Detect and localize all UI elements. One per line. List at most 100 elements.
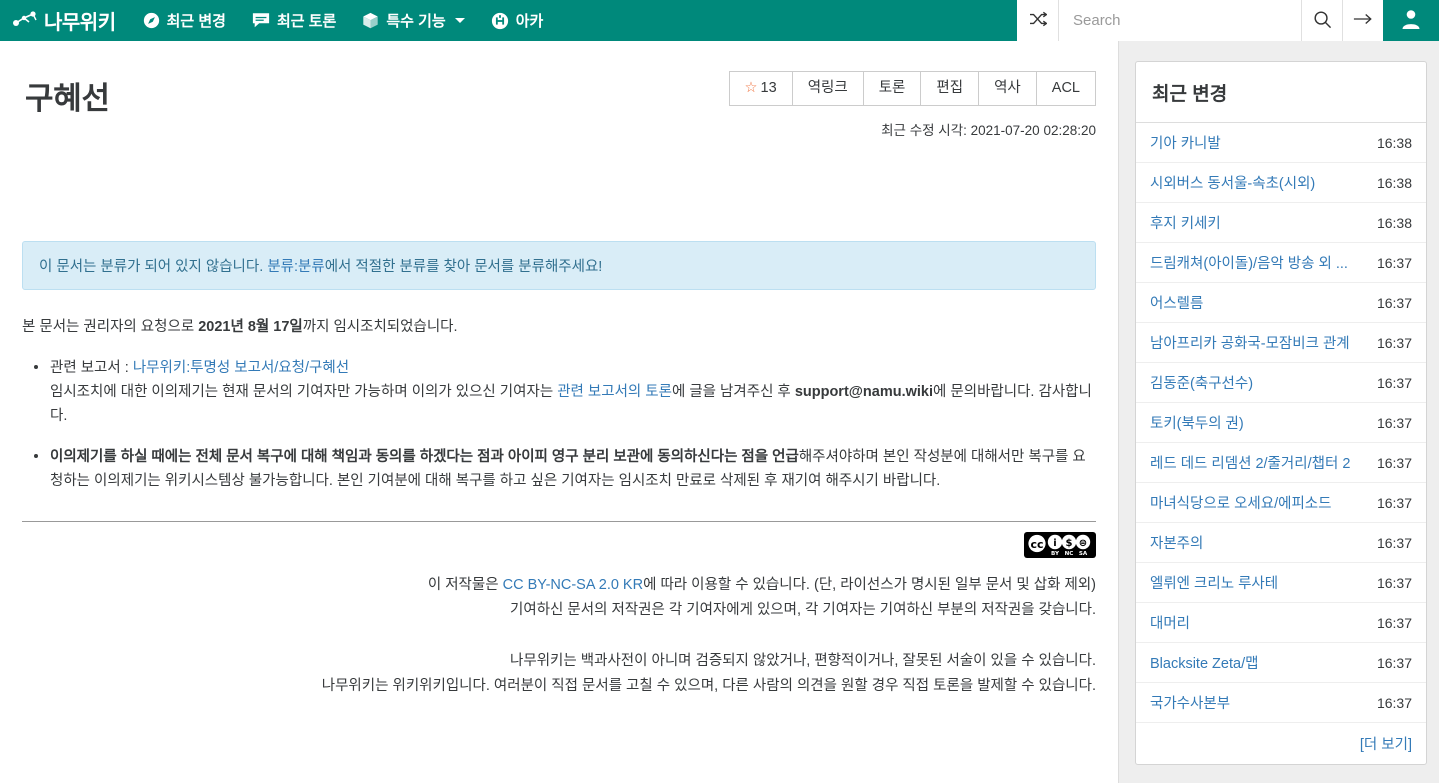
- svg-text:$: $: [1066, 538, 1073, 549]
- category-link[interactable]: 분류:분류: [267, 259, 324, 275]
- recent-change-link[interactable]: 대머리: [1150, 612, 1190, 633]
- discussion-button[interactable]: 토론: [863, 71, 922, 107]
- star-icon: ☆: [744, 80, 758, 96]
- document-actions: ☆ 13 역링크 토론 편집 역사 ACL 최근 수정 시각: 2021-07-2…: [728, 59, 1096, 139]
- document-header: 구혜선 ☆ 13 역링크 토론 편집 역사 ACL 최근 수정 시각: 2021-…: [22, 59, 1096, 139]
- history-button[interactable]: 역사: [979, 71, 1037, 107]
- recent-change-link[interactable]: 국가수사본부: [1150, 692, 1230, 713]
- nav-label: 특수 기능: [386, 13, 446, 30]
- recent-change-link[interactable]: 엘뤼엔 크리노 루사테: [1150, 572, 1278, 593]
- disclaimer-line-2: 나무위키는 위키위키입니다. 여러분이 직접 문서를 고칠 수 있으며, 다른 …: [321, 677, 1096, 694]
- search-button[interactable]: [1301, 0, 1342, 41]
- license-text-b: 에 따라 이용할 수 있습니다. (단, 라이선스가 명시된 일부 문서 및 삽…: [643, 577, 1096, 594]
- search-input[interactable]: [1058, 0, 1301, 41]
- table-row[interactable]: 김동준(축구선수) 16:37: [1136, 363, 1426, 403]
- magnifier-icon: [1313, 10, 1332, 32]
- recent-change-time: 16:37: [1376, 414, 1412, 431]
- table-row[interactable]: 대머리 16:37: [1136, 603, 1426, 643]
- recent-change-time: 16:38: [1376, 134, 1412, 151]
- report-discussion-link[interactable]: 관련 보고서의 토론: [557, 384, 672, 400]
- chevron-down-icon: [454, 18, 465, 23]
- recent-change-link[interactable]: 자본주의: [1150, 532, 1203, 553]
- site-logo-link[interactable]: 나무위키: [0, 0, 130, 41]
- intro-date: 2021년 8월 17일: [198, 319, 303, 336]
- recent-change-link[interactable]: 후지 키세키: [1150, 212, 1221, 233]
- recent-change-time: 16:37: [1376, 254, 1412, 271]
- recent-change-link[interactable]: 기아 카니발: [1150, 132, 1221, 153]
- table-row[interactable]: Blacksite Zeta/맵 16:37: [1136, 643, 1426, 683]
- nav-item-special-functions[interactable]: 특수 기능: [349, 0, 477, 41]
- recent-change-time: 16:37: [1376, 454, 1412, 471]
- arca-badge-icon: [491, 12, 509, 30]
- table-row[interactable]: 자본주의 16:37: [1136, 523, 1426, 563]
- edit-button[interactable]: 편집: [921, 71, 980, 107]
- svg-text:NC: NC: [1065, 551, 1074, 557]
- table-row[interactable]: 국가수사본부 16:37: [1136, 683, 1426, 723]
- recent-changes-list: 기아 카니발 16:38 시외버스 동서울-속초(시외) 16:38 후지 키세키 1…: [1136, 123, 1426, 723]
- temporary-measure-paragraph: 본 문서는 권리자의 요청으로 2021년 8월 17일까지 임시조치되었습니다…: [22, 316, 1096, 339]
- right-sidebar: 최근 변경 기아 카니발 16:38 시외버스 동서울-속초(시외) 16:38 후…: [1118, 41, 1439, 783]
- action-button-group: ☆ 13 역링크 토론 편집 역사 ACL: [728, 71, 1096, 107]
- user-account-button[interactable]: [1383, 0, 1439, 41]
- page-body: 구혜선 ☆ 13 역링크 토론 편집 역사 ACL 최근 수정 시각: 2021-…: [0, 41, 1439, 783]
- random-page-button[interactable]: [1017, 0, 1058, 41]
- table-row[interactable]: 엘뤼엔 크리노 루사테 16:37: [1136, 563, 1426, 603]
- recent-change-time: 16:37: [1376, 294, 1412, 311]
- license-line-2: 기여하신 문서의 저작권은 각 기여자에게 있으며, 각 기여자는 기여하신 부…: [510, 602, 1096, 619]
- recent-changes-title: 최근 변경: [1136, 62, 1426, 123]
- intro-text-a: 본 문서는 권리자의 요청으로: [22, 319, 199, 336]
- backlink-button[interactable]: 역링크: [792, 71, 864, 107]
- last-modified-text: 최근 수정 시각: 2021-07-20 02:28:20: [881, 123, 1096, 139]
- objection-text-a: 임시조치에 대한 이의제기는 현재 문서의 기여자만 가능하며 이의가 있으신 …: [50, 383, 558, 400]
- acl-button[interactable]: ACL: [1036, 71, 1096, 107]
- nav-item-recent-changes[interactable]: 최근 변경: [130, 0, 239, 41]
- recent-change-link[interactable]: 마녀식당으로 오세요/에피소드: [1150, 492, 1331, 513]
- recent-change-time: 16:37: [1376, 574, 1412, 591]
- recent-change-link[interactable]: 토키(북두의 권): [1150, 412, 1244, 433]
- svg-text:BY: BY: [1051, 551, 1060, 557]
- table-row[interactable]: 레드 데드 리뎀션 2/줄거리/챕터 2 16:37: [1136, 443, 1426, 483]
- go-to-page-button[interactable]: [1342, 0, 1383, 41]
- cc-license-link[interactable]: CC BY-NC-SA 2.0 KR: [503, 577, 643, 593]
- search-area: [1017, 0, 1383, 41]
- nav-label: 최근 토론: [276, 13, 337, 30]
- objection-text-b: 에 글을 남겨주신 후: [671, 383, 795, 400]
- support-email: support@namu.wiki: [794, 383, 934, 400]
- recent-changes-footer: [더 보기]: [1136, 723, 1426, 764]
- objection-rule-bold: 이의제기를 하실 때에는 전체 문서 복구에 대해 책임과 동의를 하겠다는 점…: [50, 449, 799, 466]
- recent-change-link[interactable]: 김동준(축구선수): [1150, 372, 1253, 393]
- nav-item-recent-discussions[interactable]: 최근 토론: [239, 0, 349, 41]
- top-navbar: 나무위키 최근 변경 최근 토론 특수 기능 아카 Search: [0, 0, 1439, 41]
- recent-change-link[interactable]: 드림캐쳐(아이돌)/음악 방송 외 ...: [1150, 252, 1348, 273]
- svg-text:SA: SA: [1079, 551, 1088, 557]
- see-more-link[interactable]: [더 보기]: [1360, 737, 1412, 753]
- license-section: cc i $ ⊜ BY NC SA 이 저작물은 CC BY-NC-SA 2.0…: [22, 522, 1096, 623]
- creative-commons-badge: cc i $ ⊜ BY NC SA: [1024, 532, 1096, 567]
- table-row[interactable]: 남아프리카 공화국-모잠비크 관계 16:37: [1136, 323, 1426, 363]
- compass-icon: [143, 12, 160, 29]
- recent-change-time: 16:38: [1376, 214, 1412, 231]
- recent-change-link[interactable]: Blacksite Zeta/맵: [1150, 652, 1258, 673]
- table-row[interactable]: 마녀식당으로 오세요/에피소드 16:37: [1136, 483, 1426, 523]
- page-title: 구혜선: [25, 81, 110, 116]
- table-row[interactable]: 후지 키세키 16:38: [1136, 203, 1426, 243]
- star-count-button[interactable]: ☆ 13: [728, 71, 793, 107]
- recent-change-link[interactable]: 레드 데드 리뎀션 2/줄거리/챕터 2: [1150, 452, 1350, 473]
- nav-item-arca[interactable]: 아카: [478, 0, 557, 41]
- arrow-right-icon: [1353, 11, 1373, 30]
- table-row[interactable]: 어스렐름 16:37: [1136, 283, 1426, 323]
- table-row[interactable]: 시외버스 동서울-속초(시외) 16:38: [1136, 163, 1426, 203]
- table-row[interactable]: 기아 카니발 16:38: [1136, 123, 1426, 163]
- transparency-report-link[interactable]: 나무위키:투명성 보고서/요청/구혜선: [133, 360, 349, 376]
- recent-change-time: 16:37: [1376, 534, 1412, 551]
- recent-change-link[interactable]: 남아프리카 공화국-모잠비크 관계: [1150, 332, 1350, 353]
- recent-changes-card: 최근 변경 기아 카니발 16:38 시외버스 동서울-속초(시외) 16:38 후…: [1135, 61, 1427, 765]
- nav-label: 최근 변경: [166, 13, 226, 30]
- recent-change-link[interactable]: 시외버스 동서울-속초(시외): [1150, 172, 1315, 193]
- table-row[interactable]: 드림캐쳐(아이돌)/음악 방송 외 ... 16:37: [1136, 243, 1426, 283]
- svg-text:cc: cc: [1030, 538, 1043, 551]
- table-row[interactable]: 토키(북두의 권) 16:37: [1136, 403, 1426, 443]
- recent-change-link[interactable]: 어스렐름: [1150, 292, 1203, 313]
- recent-change-time: 16:37: [1376, 694, 1412, 711]
- category-notice: 이 문서는 분류가 되어 있지 않습니다. 분류:분류에서 적절한 분류를 찾아…: [22, 241, 1096, 291]
